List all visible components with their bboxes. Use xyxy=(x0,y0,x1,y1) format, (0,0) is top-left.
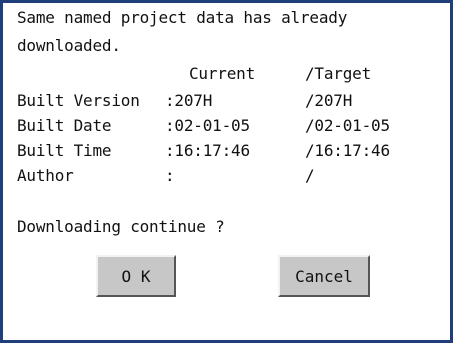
ok-button-label: O K xyxy=(121,266,151,286)
ok-button[interactable]: O K xyxy=(96,255,176,297)
row-current-built-time: :16:17:46 xyxy=(165,141,250,160)
message-line-2: downloaded. xyxy=(17,36,121,55)
message-line-1: Same named project data has already xyxy=(17,8,348,27)
row-target-built-time: /16:17:46 xyxy=(305,141,390,160)
cancel-button[interactable]: Cancel xyxy=(278,255,370,297)
row-current-author: : xyxy=(165,166,175,185)
row-target-built-version: /207H xyxy=(305,91,353,110)
row-label-built-version: Built Version xyxy=(17,91,140,110)
download-confirm-dialog: Same named project data has already down… xyxy=(0,0,453,343)
row-label-built-time: Built Time xyxy=(17,141,112,160)
header-target: /Target xyxy=(305,64,372,83)
row-target-built-date: /02-01-05 xyxy=(305,116,390,135)
row-current-built-date: :02-01-05 xyxy=(165,116,250,135)
row-label-built-date: Built Date xyxy=(17,116,112,135)
row-label-author: Author xyxy=(17,166,74,185)
header-current: Current xyxy=(189,64,256,83)
question-text: Downloading continue ? xyxy=(17,217,225,236)
row-current-built-version: :207H xyxy=(165,91,213,110)
cancel-button-label: Cancel xyxy=(295,266,353,286)
row-target-author: / xyxy=(305,166,315,185)
